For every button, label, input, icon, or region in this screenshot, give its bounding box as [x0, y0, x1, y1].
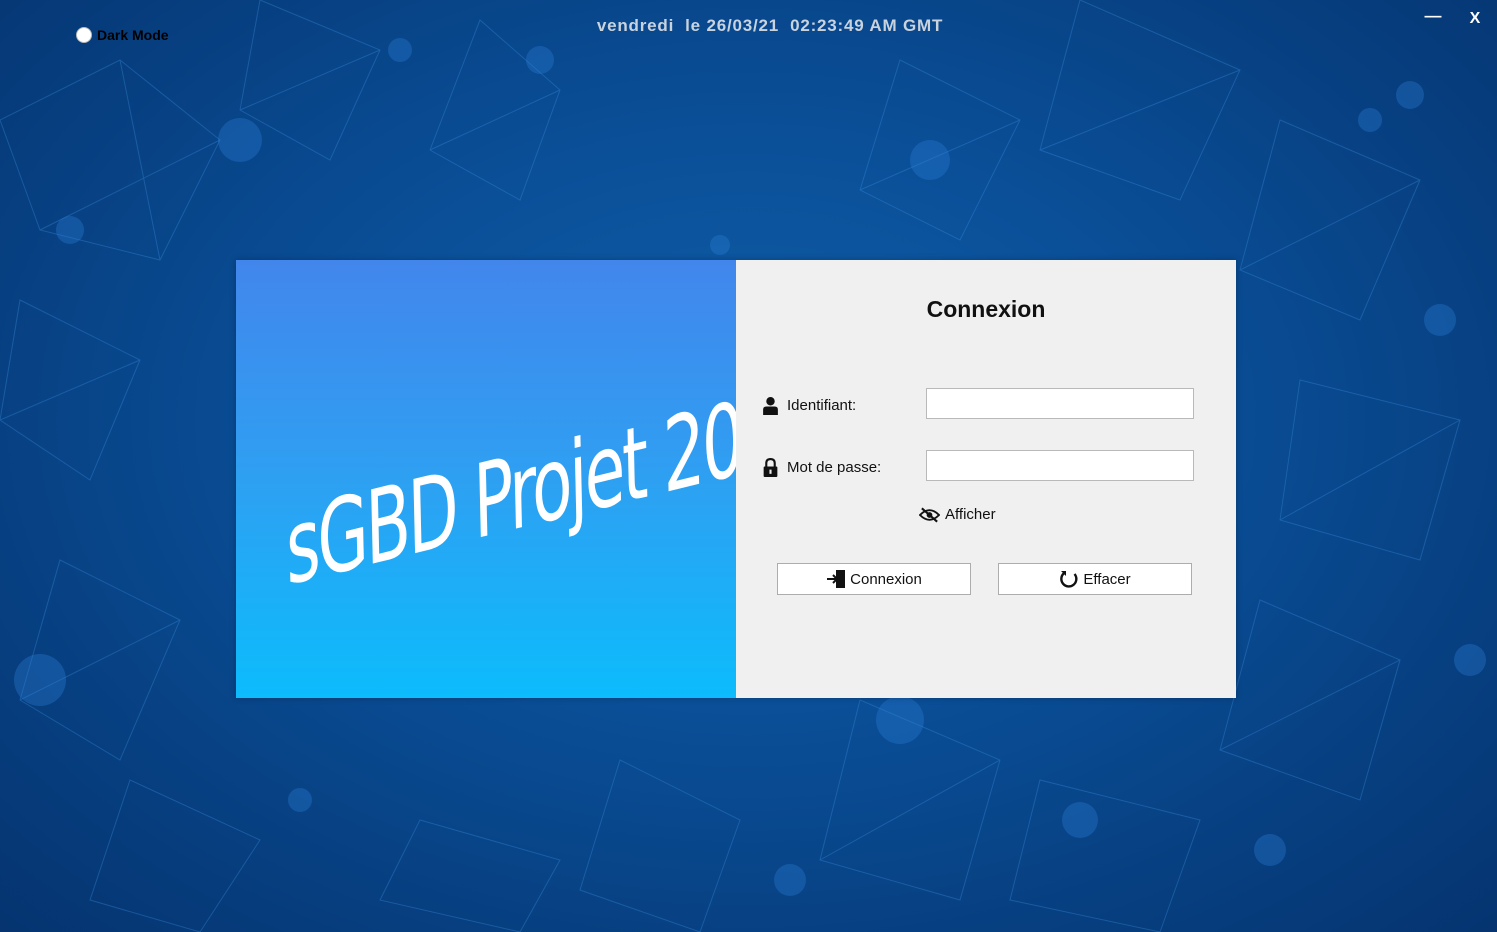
minimize-button[interactable]: —	[1420, 6, 1446, 26]
password-label: Mot de passe:	[787, 459, 882, 476]
username-input[interactable]	[926, 388, 1194, 419]
show-password-toggle[interactable]: Afficher	[919, 506, 996, 523]
login-title: Connexion	[926, 296, 1046, 322]
refresh-icon	[1060, 571, 1078, 588]
connect-button-label: Connexion	[850, 570, 922, 588]
datetime-display: vendredi le 26/03/21 02:23:49 AM GMT	[596, 16, 944, 35]
sign-in-icon	[827, 570, 846, 588]
clear-button[interactable]: Effacer	[998, 563, 1192, 595]
connect-button[interactable]: Connexion	[777, 563, 971, 595]
username-label-group: Identifiant:	[762, 396, 856, 415]
username-label: Identifiant:	[787, 397, 857, 414]
dark-mode-label: Dark Mode	[97, 27, 169, 43]
login-card: sGBD Projet 2021 Connexion Identifiant: …	[236, 260, 1236, 698]
show-password-label: Afficher	[945, 506, 996, 523]
brand-title: sGBD Projet 2021	[284, 360, 821, 610]
dark-mode-toggle[interactable]: Dark Mode	[76, 27, 169, 43]
brand-panel: sGBD Projet 2021	[236, 260, 821, 698]
eye-slash-icon	[919, 507, 940, 522]
clear-button-label: Effacer	[1083, 570, 1131, 588]
password-input[interactable]	[926, 450, 1194, 481]
user-icon	[763, 397, 778, 415]
lock-icon	[763, 458, 778, 477]
dark-mode-radio-icon[interactable]	[76, 27, 92, 43]
login-form: Connexion Identifiant: Mot de passe: Aff…	[736, 260, 1236, 698]
close-button[interactable]: X	[1462, 10, 1488, 28]
password-label-group: Mot de passe:	[762, 458, 881, 477]
